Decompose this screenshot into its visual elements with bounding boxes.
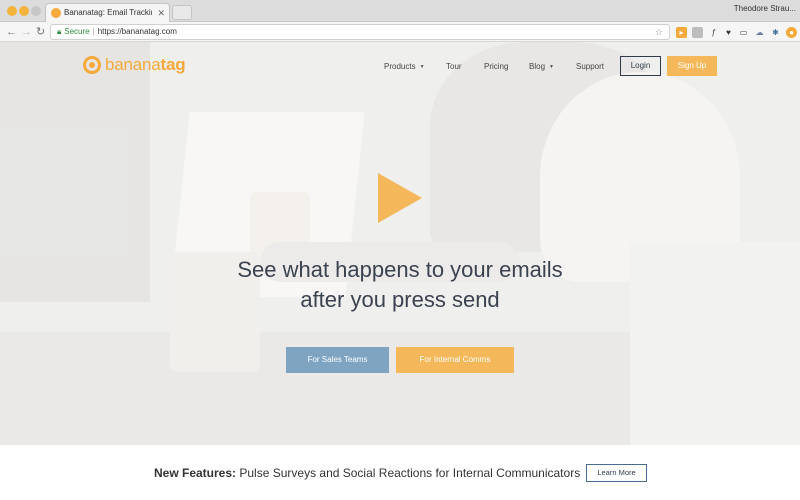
tab-close-icon[interactable]: ✕ <box>157 4 165 22</box>
bananatag-logo-icon <box>83 56 101 74</box>
extension-bananatag-icon[interactable]: ▸ <box>676 27 687 38</box>
nav-products[interactable]: Products ▼ <box>384 62 425 71</box>
extension-gray-icon[interactable] <box>692 27 703 38</box>
bananatag-favicon-icon <box>51 8 61 18</box>
minimize-window-button[interactable] <box>19 6 29 16</box>
signup-button[interactable]: Sign Up <box>667 56 717 76</box>
caret-down-icon: ▼ <box>419 64 425 70</box>
nav-support[interactable]: Support <box>576 62 604 71</box>
separator: | <box>92 27 95 36</box>
extension-pocket-icon[interactable]: ♥ <box>723 27 734 38</box>
reload-icon[interactable]: ↻ <box>36 25 45 39</box>
secure-label: Secure <box>64 27 90 36</box>
forward-arrow-icon[interactable]: → <box>21 25 32 39</box>
nav-tour[interactable]: Tour <box>446 62 462 71</box>
new-features-text: New Features: Pulse Surveys and Social R… <box>154 466 581 480</box>
extension-user-icon[interactable]: ● <box>786 27 797 38</box>
hero-overlay <box>0 42 800 445</box>
extension-cast-icon[interactable]: ▭ <box>738 27 749 38</box>
new-features-bar: New Features: Pulse Surveys and Social R… <box>0 445 800 500</box>
hero-section: bananatag Products ▼ Tour Pricing Blog ▼ S… <box>0 42 800 445</box>
internal-comms-button[interactable]: For Internal Comms <box>396 347 514 373</box>
extension-cloud-icon[interactable]: ☁ <box>754 27 765 38</box>
login-button[interactable]: Login <box>620 56 661 76</box>
headline-line-1: See what happens to your emails <box>237 257 563 282</box>
headline-line-2: after you press send <box>300 287 500 312</box>
extension-function-icon[interactable]: ƒ <box>708 27 719 38</box>
url-text: https://bananatag.com <box>97 27 177 36</box>
hero-headline: See what happens to your emails after yo… <box>140 255 660 315</box>
profile-name[interactable]: Theodore Strau... <box>734 4 796 13</box>
play-video-icon[interactable] <box>378 173 422 223</box>
nav-pricing[interactable]: Pricing <box>484 62 508 71</box>
zoom-window-button[interactable] <box>31 6 41 16</box>
lock-icon: 🔒︎ <box>57 27 62 36</box>
browser-toolbar: ← → ↻ 🔒︎ Secure | https://bananatag.com ☆ ▸… <box>0 22 800 42</box>
browser-tabbar: Bananatag: Email Tracking, Em ✕ Theodore… <box>0 0 800 22</box>
tab-title: Bananatag: Email Tracking, Em <box>64 8 152 17</box>
new-tab-button[interactable] <box>172 5 192 20</box>
browser-tab[interactable]: Bananatag: Email Tracking, Em ✕ <box>45 3 170 22</box>
back-arrow-icon[interactable]: ← <box>6 25 17 39</box>
bookmark-star-icon[interactable]: ☆ <box>655 25 663 39</box>
caret-down-icon: ▼ <box>549 64 554 70</box>
close-window-button[interactable] <box>7 6 17 16</box>
logo-text: bananatag <box>105 55 186 74</box>
sales-teams-button[interactable]: For Sales Teams <box>286 347 389 373</box>
address-bar[interactable]: 🔒︎ Secure | https://bananatag.com ☆ <box>50 24 670 40</box>
learn-more-button[interactable]: Learn More <box>586 464 647 482</box>
extension-bug-icon[interactable]: ✱ <box>770 27 781 38</box>
nav-blog[interactable]: Blog ▼ <box>529 62 554 71</box>
